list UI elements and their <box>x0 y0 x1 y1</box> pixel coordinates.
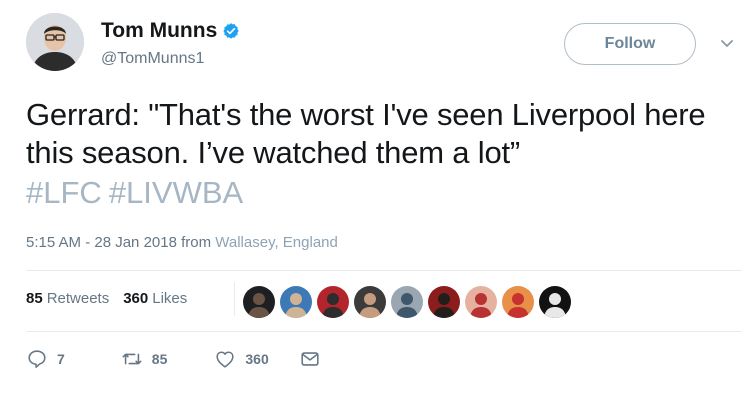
divider <box>26 331 742 332</box>
liker-avatar[interactable] <box>391 286 423 318</box>
engagement-stats: 85 Retweets 360 Likes <box>26 290 201 307</box>
envelope-icon <box>301 352 319 366</box>
author-handle[interactable]: @TomMunns1 <box>101 50 204 68</box>
direct-message-action[interactable] <box>299 348 321 370</box>
liker-avatar[interactable] <box>280 286 312 318</box>
likes-label[interactable]: Likes <box>152 290 187 307</box>
author-avatar[interactable] <box>26 13 84 71</box>
follow-button[interactable]: Follow <box>564 23 696 65</box>
retweet-action[interactable]: 85 <box>121 348 168 370</box>
liker-avatar[interactable] <box>243 286 275 318</box>
hashtag-link[interactable]: #LFC <box>26 175 102 210</box>
tweet-metadata: 5:15 AM - 28 Jan 2018 from Wallasey, Eng… <box>26 234 338 251</box>
like-action[interactable]: 360 <box>214 348 269 370</box>
liker-avatar[interactable] <box>539 286 571 318</box>
from-label: from <box>181 234 212 251</box>
reply-icon <box>28 350 46 368</box>
tweet-location[interactable]: Wallasey, England <box>215 234 338 251</box>
verified-badge-icon <box>223 23 239 39</box>
retweets-count[interactable]: 85 <box>26 290 43 307</box>
heart-icon <box>216 351 234 368</box>
like-count: 360 <box>245 351 269 367</box>
liker-avatar[interactable] <box>354 286 386 318</box>
hashtag-link[interactable]: #LIVWBA <box>109 175 243 210</box>
tweet-text: Gerrard: "That's the worst I've seen Liv… <box>26 97 706 170</box>
liker-avatar[interactable] <box>317 286 349 318</box>
reply-count: 7 <box>57 351 65 367</box>
author-name[interactable]: Tom Munns <box>101 19 217 43</box>
likes-count[interactable]: 360 <box>123 290 148 307</box>
liker-avatar[interactable] <box>502 286 534 318</box>
tweet-actions: 7 85 360 <box>26 348 321 370</box>
liker-avatar[interactable] <box>465 286 497 318</box>
retweet-count: 85 <box>151 351 168 367</box>
hashtag-list: #LFC #LIVWBA <box>26 174 250 212</box>
divider <box>234 282 235 316</box>
tweet-timestamp[interactable]: 5:15 AM - 28 Jan 2018 <box>26 234 177 251</box>
retweet-icon <box>122 353 142 365</box>
retweets-label[interactable]: Retweets <box>47 290 110 307</box>
liker-avatar[interactable] <box>428 286 460 318</box>
reply-action[interactable]: 7 <box>26 348 65 370</box>
author-name-row[interactable]: Tom Munns <box>101 19 240 43</box>
chevron-down-icon[interactable] <box>719 35 735 51</box>
divider <box>26 270 742 271</box>
liker-avatars <box>243 286 576 318</box>
